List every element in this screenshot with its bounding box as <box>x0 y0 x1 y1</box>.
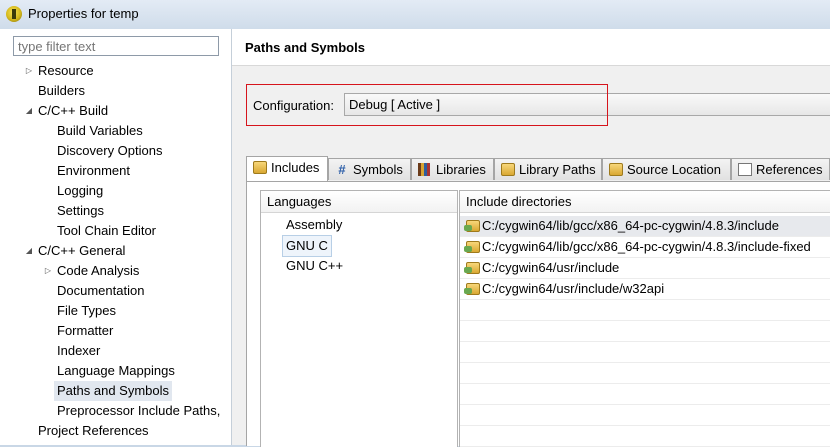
tree-item-label: C/C++ General <box>38 243 126 258</box>
tree-item-documentation[interactable]: Documentation <box>57 281 144 301</box>
folder-icon <box>609 163 623 176</box>
include-directories-header: Include directories <box>460 191 830 213</box>
empty-row <box>460 342 830 363</box>
tree-item-label: Build Variables <box>57 123 143 138</box>
tree-item-label: C/C++ Build <box>38 103 109 118</box>
tree-item-resource[interactable]: ▷ Resource <box>26 61 94 81</box>
empty-row <box>460 363 830 384</box>
tree-item-label: Settings <box>57 203 104 218</box>
tab-symbols[interactable]: # Symbols <box>328 158 411 180</box>
include-folder-icon <box>464 283 480 295</box>
tree-item-project-references[interactable]: Project References <box>38 421 149 441</box>
library-icon <box>418 163 432 176</box>
tab-library-paths[interactable]: Library Paths <box>494 158 602 180</box>
tree-item-label: Paths and Symbols <box>57 383 170 398</box>
includes-tab-panel: Languages Assembly GNU C GNU C++ Include… <box>246 181 830 447</box>
tree-item-label: Indexer <box>57 343 101 358</box>
tab-source-location[interactable]: Source Location <box>602 158 731 180</box>
tab-libraries[interactable]: Libraries <box>411 158 494 180</box>
collapse-arrow-icon[interactable]: ◢ <box>24 101 34 121</box>
tree-item-label: Project References <box>38 423 149 438</box>
title-bar: Properties for temp <box>0 0 830 30</box>
tree-item-cpp-general[interactable]: ◢ C/C++ General <box>26 241 126 261</box>
tab-label: Library Paths <box>519 162 596 177</box>
include-folder-icon <box>464 220 480 232</box>
include-directories-list: Include directories C:/cygwin64/lib/gcc/… <box>459 190 830 447</box>
property-page: Paths and Symbols Configuration: Debug [… <box>232 29 830 447</box>
tree-item-indexer[interactable]: Indexer <box>57 341 100 361</box>
folder-icon <box>253 161 267 174</box>
tree-item-settings[interactable]: Settings <box>57 201 104 221</box>
tree-item-discovery-options[interactable]: Discovery Options <box>57 141 162 161</box>
tree-item-label: Documentation <box>57 283 145 298</box>
tab-bar: Includes # Symbols Libraries Library Pat… <box>246 156 830 182</box>
page-title: Paths and Symbols <box>245 40 365 55</box>
expand-arrow-icon[interactable]: ▷ <box>24 61 34 81</box>
tree-item-tool-chain-editor[interactable]: Tool Chain Editor <box>57 221 156 241</box>
tab-references[interactable]: References <box>731 158 830 180</box>
tree-item-paths-and-symbols[interactable]: Paths and Symbols <box>54 381 173 401</box>
tab-label: Source Location <box>627 162 721 177</box>
annotation-highlight-box <box>246 84 608 126</box>
include-path: C:/cygwin64/usr/include/w32api <box>482 281 665 296</box>
include-directory-row[interactable]: C:/cygwin64/usr/include <box>460 258 830 279</box>
tab-label: Includes <box>271 160 320 175</box>
tree-item-logging[interactable]: Logging <box>57 181 103 201</box>
tab-label: References <box>756 162 823 177</box>
collapse-arrow-icon[interactable]: ◢ <box>24 241 34 261</box>
include-directory-row[interactable]: C:/cygwin64/usr/include/w32api <box>460 279 830 300</box>
include-path: C:/cygwin64/lib/gcc/x86_64-pc-cygwin/4.8… <box>482 218 779 233</box>
languages-list: Languages Assembly GNU C GNU C++ <box>260 190 458 447</box>
tree-item-label: Logging <box>57 183 104 198</box>
tree-item-label: Builders <box>38 83 85 98</box>
empty-row <box>460 426 830 447</box>
page-header: Paths and Symbols <box>232 29 830 66</box>
include-folder-icon <box>464 262 480 274</box>
tree-item-label: Discovery Options <box>57 143 163 158</box>
hash-icon: # <box>338 162 346 177</box>
tree-item-label: Formatter <box>57 323 114 338</box>
language-item-gnu-c[interactable]: GNU C <box>282 235 332 257</box>
include-directory-row[interactable]: C:/cygwin64/lib/gcc/x86_64-pc-cygwin/4.8… <box>460 237 830 258</box>
tree-item-build-variables[interactable]: Build Variables <box>57 121 143 141</box>
tree-item-cpp-build[interactable]: ◢ C/C++ Build <box>26 101 109 121</box>
empty-row <box>460 321 830 342</box>
tree-item-language-mappings[interactable]: Language Mappings <box>57 361 175 381</box>
tree-item-builders[interactable]: Builders <box>38 81 85 101</box>
tree-item-preprocessor-include-paths[interactable]: Preprocessor Include Paths, <box>57 401 220 421</box>
tree-item-label: Resource <box>38 63 94 78</box>
document-icon <box>738 163 752 176</box>
tab-includes[interactable]: Includes <box>246 156 328 182</box>
tree-item-label: Environment <box>57 163 130 178</box>
tree-item-file-types[interactable]: File Types <box>57 301 116 321</box>
window-title: Properties for temp <box>28 6 139 21</box>
tree-item-label: Tool Chain Editor <box>57 223 156 238</box>
tab-label: Libraries <box>436 162 486 177</box>
empty-row <box>460 384 830 405</box>
include-path: C:/cygwin64/usr/include <box>482 260 620 275</box>
tree-item-label: Preprocessor Include Paths, <box>57 403 221 418</box>
expand-arrow-icon[interactable]: ▷ <box>43 261 53 281</box>
languages-header: Languages <box>261 191 457 213</box>
include-path: C:/cygwin64/lib/gcc/x86_64-pc-cygwin/4.8… <box>482 239 811 254</box>
tree-item-label: Language Mappings <box>57 363 175 378</box>
language-item-gnu-cpp[interactable]: GNU C++ <box>286 256 343 276</box>
include-folder-icon <box>464 241 480 253</box>
language-item-assembly[interactable]: Assembly <box>286 215 342 235</box>
folder-icon <box>501 163 515 176</box>
tab-label: Symbols <box>353 162 403 177</box>
empty-row <box>460 405 830 426</box>
empty-row <box>460 300 830 321</box>
properties-navigation: ▷ Resource Builders ◢ C/C++ Build Build … <box>0 29 232 445</box>
eclipse-icon <box>6 6 22 22</box>
tree-item-code-analysis[interactable]: ▷ Code Analysis <box>45 261 140 281</box>
tree-item-formatter[interactable]: Formatter <box>57 321 113 341</box>
tree-item-environment[interactable]: Environment <box>57 161 130 181</box>
tree-item-label: File Types <box>57 303 117 318</box>
include-directory-row[interactable]: C:/cygwin64/lib/gcc/x86_64-pc-cygwin/4.8… <box>460 216 830 237</box>
tree-item-label: Code Analysis <box>57 263 140 278</box>
filter-input[interactable] <box>13 36 219 56</box>
